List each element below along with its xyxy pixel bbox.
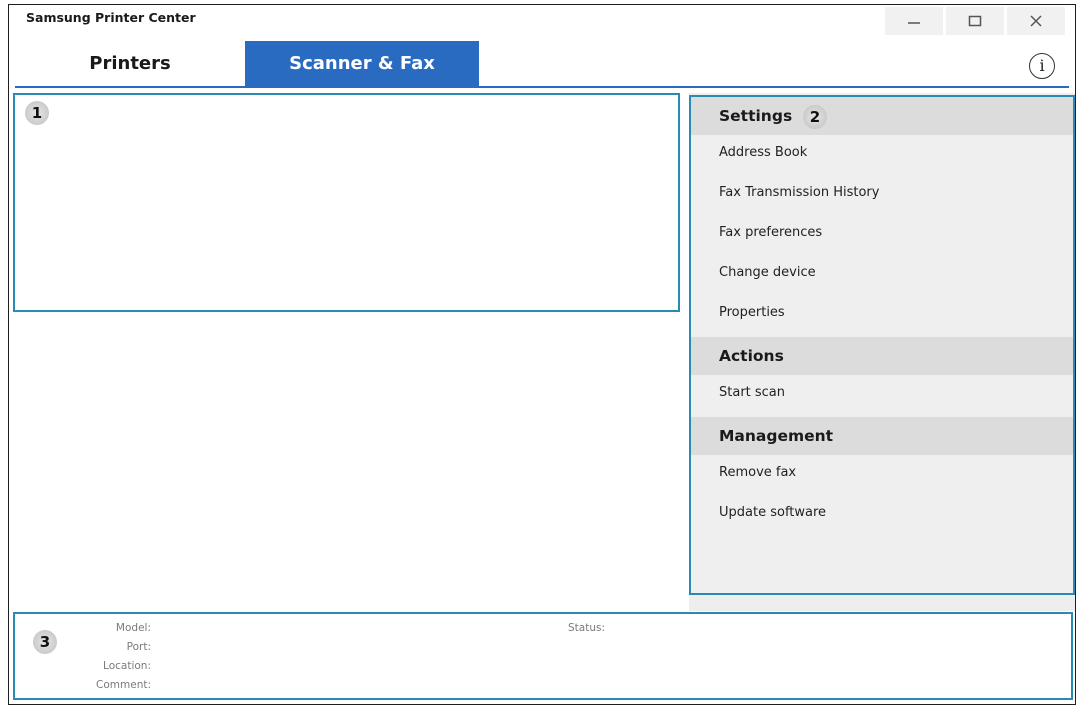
window-controls bbox=[882, 7, 1065, 35]
maximize-button[interactable] bbox=[946, 7, 1004, 35]
app-window: Samsung Printer Center Printers Scanner … bbox=[8, 4, 1076, 705]
device-info-panel: 3 Model: Port: Location: Comment: Status… bbox=[13, 612, 1073, 700]
model-label: Model: bbox=[115, 622, 151, 634]
minimize-button[interactable] bbox=[885, 7, 943, 35]
callout-2: 2 bbox=[803, 105, 827, 129]
tab-scanner-fax[interactable]: Scanner & Fax bbox=[245, 41, 479, 87]
title-bar: Samsung Printer Center bbox=[9, 5, 1075, 35]
device-list-panel[interactable]: 1 bbox=[13, 93, 680, 312]
section-header-settings: Settings bbox=[691, 97, 1073, 135]
section-header-management: Management bbox=[691, 417, 1073, 455]
menu-item-change-device[interactable]: Change device bbox=[719, 263, 816, 283]
section-header-actions: Actions bbox=[691, 337, 1073, 375]
callout-1: 1 bbox=[25, 101, 49, 125]
menu-item-address-book[interactable]: Address Book bbox=[719, 143, 807, 163]
section-title-management: Management bbox=[719, 427, 834, 445]
menu-item-fax-transmission-history[interactable]: Fax Transmission History bbox=[719, 183, 879, 203]
minimize-icon bbox=[908, 22, 920, 24]
port-label: Port: bbox=[126, 641, 151, 653]
tab-underline bbox=[15, 86, 1069, 88]
tab-bar: Printers Scanner & Fax i bbox=[9, 41, 1075, 89]
menu-item-start-scan[interactable]: Start scan bbox=[719, 383, 785, 403]
section-title-actions: Actions bbox=[719, 347, 784, 365]
app-title: Samsung Printer Center bbox=[26, 10, 196, 25]
close-icon bbox=[1030, 15, 1042, 27]
menu-item-remove-fax[interactable]: Remove fax bbox=[719, 463, 796, 483]
maximize-icon bbox=[968, 15, 982, 27]
status-label: Status: bbox=[568, 622, 605, 634]
menu-item-properties[interactable]: Properties bbox=[719, 303, 785, 323]
close-button[interactable] bbox=[1007, 7, 1065, 35]
info-icon: i bbox=[1039, 56, 1045, 75]
menu-item-fax-preferences[interactable]: Fax preferences bbox=[719, 223, 822, 243]
section-title-settings: Settings bbox=[719, 107, 793, 125]
info-button[interactable]: i bbox=[1029, 53, 1055, 79]
location-label: Location: bbox=[103, 660, 151, 672]
comment-label: Comment: bbox=[96, 679, 151, 691]
options-panel: Settings 2 Address Book Fax Transmission… bbox=[689, 95, 1075, 595]
tab-printers[interactable]: Printers bbox=[15, 41, 245, 87]
menu-item-update-software[interactable]: Update software bbox=[719, 503, 826, 523]
callout-3: 3 bbox=[33, 630, 57, 654]
